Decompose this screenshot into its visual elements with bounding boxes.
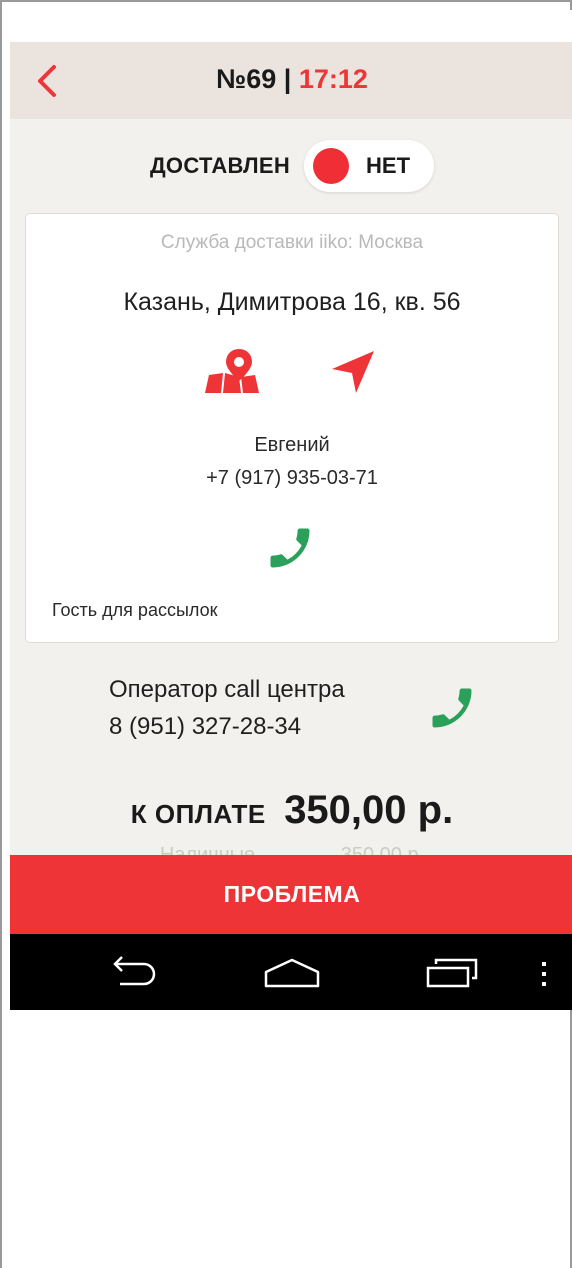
navigate-button[interactable] — [328, 347, 378, 397]
order-number: №69 — [216, 64, 277, 94]
android-home-icon — [264, 958, 320, 988]
toggle-knob — [313, 148, 350, 184]
operator-phone: 8 (951) 327-28-34 — [109, 713, 302, 740]
guest-name: Евгений — [254, 434, 330, 456]
delivery-service: Служба доставки iiko: Москва — [160, 232, 424, 253]
order-title: №69 | 17:12 — [10, 64, 572, 95]
payment-label: К ОПЛАТЕ — [130, 799, 266, 829]
payment-row: К ОПЛАТЕ 350,00 р. — [10, 788, 572, 833]
map-button[interactable] — [203, 347, 261, 395]
delivered-toggle[interactable]: НЕТ — [304, 140, 435, 192]
android-recent-apps-icon — [426, 958, 478, 988]
toggle-value: НЕТ — [366, 153, 411, 178]
operator-title: Оператор call центра — [109, 676, 345, 703]
screenshot-frame: №69 | 17:12 ДОСТАВЛЕН НЕТ Служба доставк… — [0, 0, 572, 1268]
phone-icon — [432, 688, 472, 728]
delivery-address: Казань, Димитрова 16, кв. 56 — [123, 288, 461, 316]
map-pin-icon — [205, 349, 259, 393]
android-menu-icon — [542, 962, 546, 986]
android-recent-apps-button[interactable] — [424, 952, 482, 992]
order-card: Служба доставки iiko: Москва Казань, Дим… — [25, 213, 559, 643]
guest-phone: +7 (917) 935-03-71 — [206, 467, 378, 489]
phone-icon — [270, 528, 310, 568]
status-bar — [10, 10, 572, 42]
delivery-status-row: ДОСТАВЛЕН НЕТ — [10, 139, 572, 193]
android-back-icon — [113, 956, 156, 986]
app-header: №69 | 17:12 — [10, 42, 572, 119]
call-guest-button[interactable] — [264, 522, 316, 574]
android-menu-button[interactable] — [538, 960, 550, 988]
phone-screen: №69 | 17:12 ДОСТАВЛЕН НЕТ Служба доставк… — [10, 10, 572, 1010]
title-separator: | — [283, 64, 292, 94]
navigation-arrow-icon — [332, 351, 374, 393]
payment-amount: 350,00 р. — [284, 788, 454, 832]
call-operator-button[interactable] — [426, 682, 478, 734]
order-time: 17:12 — [298, 64, 368, 94]
android-back-button[interactable] — [106, 952, 162, 992]
android-nav-bar — [10, 934, 572, 1010]
android-home-button[interactable] — [262, 952, 322, 992]
problem-button[interactable]: ПРОБЛЕМА — [10, 855, 572, 934]
guest-note: Гость для рассылок — [52, 600, 218, 620]
delivered-label: ДОСТАВЛЕН — [149, 153, 291, 178]
